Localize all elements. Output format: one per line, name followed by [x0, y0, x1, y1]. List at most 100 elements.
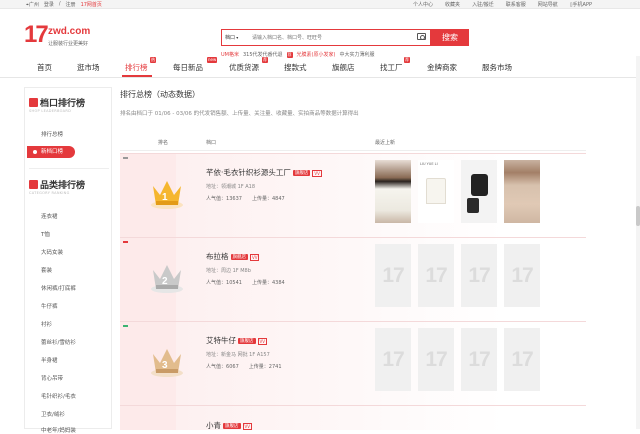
sidebar-item-category[interactable]: 背心吊带	[41, 374, 63, 382]
nav-search-style[interactable]: 搜款式	[284, 62, 307, 73]
product-placeholder[interactable]: 17	[418, 244, 454, 307]
sidebar: 档口排行榜 SHOP LEADERBOARD 排行总榜 新档口榜 品类排行榜 C…	[24, 87, 112, 434]
sidebar-category-subtitle: CATEGORY RANKING	[29, 191, 70, 195]
product-placeholder[interactable]: 17	[461, 244, 497, 307]
shop-name[interactable]: 芊依·毛衣针织衫源头工厂 旗舰店 VV	[206, 167, 322, 178]
nav-find-factory[interactable]: 找工厂	[380, 62, 403, 73]
product-thumbnail[interactable]	[461, 160, 497, 223]
nav-market[interactable]: 逛市场	[77, 62, 100, 73]
vv-badge: VV	[242, 422, 252, 430]
col-new: 最近上新	[375, 140, 396, 146]
shop-address: 地址：新金马 网批 1F A157	[206, 352, 270, 358]
product-thumbnail[interactable]: LIU YUE LI	[418, 160, 454, 223]
contact-service-link[interactable]: 联系客服	[506, 1, 526, 8]
sidebar-item-category[interactable]: 休闲裤/打底裤	[41, 284, 76, 292]
product-placeholder[interactable]: 17	[504, 328, 540, 391]
vv-badge: VV	[250, 253, 260, 261]
product-placeholder[interactable]: 17	[418, 328, 454, 391]
nav-gold-merchant[interactable]: 金牌商家	[427, 62, 457, 73]
table-row[interactable]: 2 布拉格 旗舰店 VV 地址：周边 1F M8b 人气值：10541 上传量：438…	[120, 237, 586, 322]
product-placeholder[interactable]: 17	[461, 328, 497, 391]
nav-home[interactable]: 首页	[37, 62, 52, 73]
table-row[interactable]: 3 艾特牛仔 旗舰店 VV 地址：新金马 网批 1F A157 人气值：6067 上传…	[120, 321, 586, 406]
rank-change-marker	[123, 241, 128, 243]
flagship-badge: 旗舰店	[292, 170, 311, 176]
home-link[interactable]: 17网首页	[81, 1, 102, 8]
logo-slogan: 让服装行业更美好	[48, 41, 89, 47]
nav-service-market[interactable]: 服务市场	[482, 62, 512, 73]
product-thumbnail[interactable]	[504, 160, 540, 223]
sidebar-item-total-rank[interactable]: 排行总榜	[41, 130, 63, 138]
sidebar-item-category[interactable]: 蕾丝衫/雪纺衫	[41, 338, 76, 346]
shop-rank-icon	[29, 98, 38, 107]
product-placeholder[interactable]: 17	[504, 244, 540, 307]
mobile-app-link[interactable]: ▯手机APP	[570, 1, 592, 8]
rank-number: 3	[162, 360, 168, 371]
site-logo[interactable]: 17	[24, 23, 49, 47]
page-title: 排行总榜（动态数据）	[120, 90, 200, 99]
shop-stats: 人气值：10541 上传量：4384	[206, 280, 285, 286]
city-selector[interactable]: ⌖广州	[26, 1, 39, 8]
vv-badge: VV	[312, 169, 322, 177]
rank-change-marker	[123, 325, 128, 327]
rank-number: 2	[162, 276, 168, 287]
login-link[interactable]: 登录	[44, 1, 54, 8]
sidebar-shop-subtitle: SHOP LEADERBOARD	[29, 109, 72, 113]
product-placeholder[interactable]: 17	[375, 244, 411, 307]
page-scrollbar[interactable]	[636, 56, 640, 429]
product-placeholder[interactable]: 17	[375, 328, 411, 391]
nav-flagship[interactable]: 旗舰店	[332, 62, 355, 73]
site-nav-link[interactable]: 网站导航	[538, 1, 558, 8]
nav-daily-new[interactable]: 每日新品	[173, 62, 203, 73]
shop-address: 地址：周边 1F M8b	[206, 268, 251, 274]
search-button[interactable]: 搜索	[431, 29, 469, 46]
shop-name[interactable]: 艾特牛仔 旗舰店 VV	[206, 335, 267, 346]
register-link[interactable]: 注册	[66, 1, 76, 8]
sidebar-item-category[interactable]: 衬衫	[41, 320, 52, 328]
personal-center-link[interactable]: 个人中心	[413, 1, 433, 8]
sidebar-shop-heading: 档口排行榜	[29, 96, 85, 109]
table-row[interactable]: 小青 旗舰店 VV	[120, 405, 586, 431]
shop-stats: 人气值：6067 上传量：2741	[206, 364, 282, 370]
top-bar: ⌖广州 登录 / 注册 17网首页 个人中心 收藏夹 入驻/搬迁 联系客服 网站…	[0, 0, 640, 9]
sidebar-item-category[interactable]: 毛针织衫/毛衣	[41, 392, 76, 400]
sidebar-item-category[interactable]: 套装	[41, 266, 52, 274]
table-row[interactable]: 1 芊依·毛衣针织衫源头工厂 旗舰店 VV 地址：领潮城 1F A18 人气值：13…	[120, 153, 586, 238]
product-thumbnail[interactable]	[375, 160, 411, 223]
shop-stats: 人气值：13637 上传量：4847	[206, 196, 285, 202]
nav-ranking[interactable]: 排行榜	[125, 62, 148, 73]
nav-badge-rec: 荐	[262, 57, 268, 63]
search-input[interactable]	[252, 32, 412, 43]
shop-name[interactable]: 布拉格 旗舰店 VV	[206, 251, 260, 262]
new-arrivals: 17 17 17 17	[375, 328, 540, 391]
sidebar-item-category[interactable]: 中老年/妈妈装	[41, 426, 76, 434]
vv-badge: VV	[257, 337, 267, 345]
sidebar-item-category[interactable]: 半身裙	[41, 356, 58, 364]
sidebar-item-category[interactable]: 大码女装	[41, 248, 63, 256]
rank-number: 1	[162, 192, 168, 203]
favorites-link[interactable]: 收藏夹	[445, 1, 460, 8]
camera-icon[interactable]	[417, 33, 426, 40]
rank-change-marker	[123, 157, 128, 159]
sidebar-item-category[interactable]: T恤	[41, 230, 50, 238]
new-arrivals: LIU YUE LI	[375, 160, 540, 223]
nav-badge-new: new	[207, 57, 218, 63]
sidebar-item-category[interactable]: 连衣裙	[41, 212, 58, 220]
col-shop: 档口	[206, 140, 217, 146]
shop-name[interactable]: 小青 旗舰店 VV	[206, 420, 252, 431]
header: 17 zwd.com 让服装行业更美好 档口 ▾ 搜索 UM格米 315代发代番…	[0, 9, 640, 58]
shop-address: 地址：领潮城 1F A18	[206, 184, 256, 190]
nav-quality-source[interactable]: 优质货源	[229, 62, 259, 73]
logo-site-name: zwd.com	[48, 26, 91, 37]
nav-active-indicator	[122, 75, 152, 77]
chevron-down-icon: ▾	[235, 35, 239, 40]
search-category-select[interactable]: 档口 ▾	[225, 34, 238, 41]
settle-in-link[interactable]: 入驻/搬迁	[472, 1, 494, 8]
search-box: 档口 ▾	[221, 29, 431, 46]
sidebar-item-new-shop-rank[interactable]: 新档口榜	[27, 146, 75, 158]
sidebar-category-heading: 品类排行榜	[29, 178, 85, 191]
sidebar-item-category[interactable]: 牛仔裤	[41, 302, 58, 310]
sidebar-item-category[interactable]: 卫衣/绒衫	[41, 410, 65, 418]
nav-badge-rec: 荐	[404, 57, 410, 63]
scrollbar-thumb[interactable]	[636, 206, 640, 226]
